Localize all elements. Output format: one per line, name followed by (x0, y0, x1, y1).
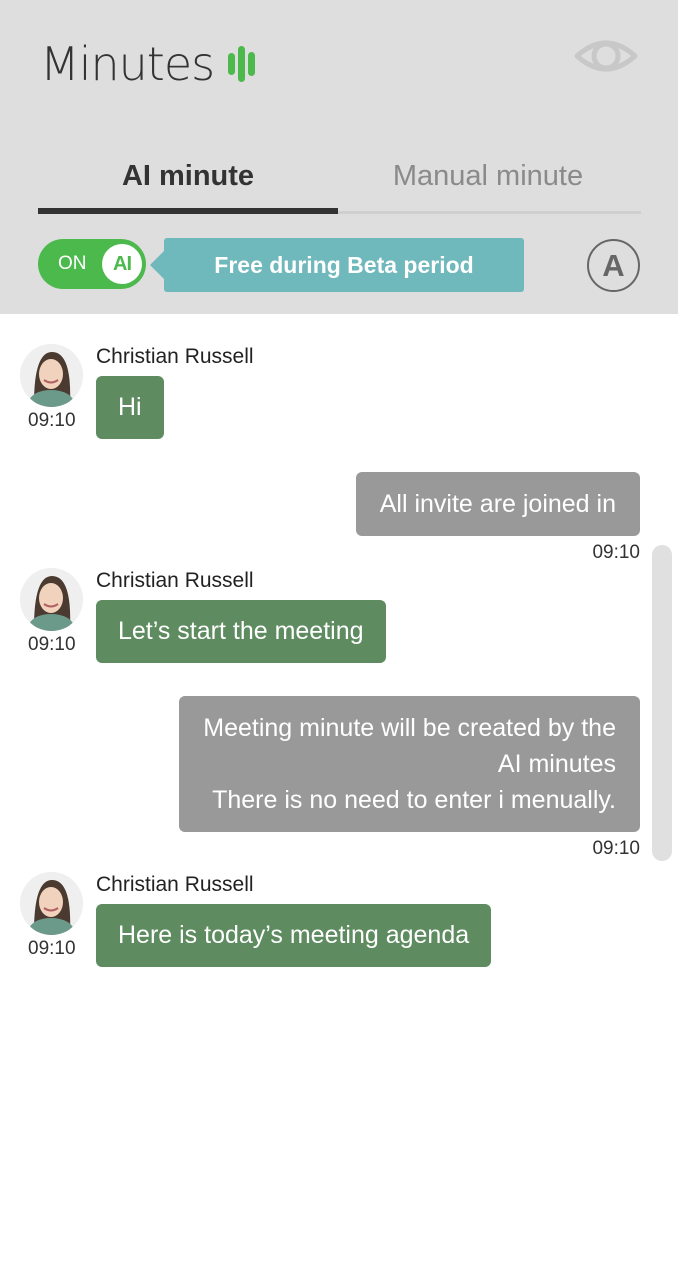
avatar-photo-icon (20, 872, 83, 935)
logo-bar (248, 52, 256, 76)
app-title: Minutes (40, 37, 215, 91)
visibility-button[interactable] (574, 36, 638, 76)
message-bubble[interactable]: All invite are joined in (355, 472, 640, 536)
eye-icon (574, 40, 638, 72)
sound-bars-icon (228, 44, 256, 84)
avatar[interactable] (20, 872, 83, 935)
message-bubble[interactable]: Let’s start the meeting (96, 600, 386, 663)
active-tab-indicator (38, 208, 338, 214)
sender-name: Christian Russell (96, 569, 254, 592)
message-outgoing: Meeting minute will be created by the AI… (179, 696, 640, 860)
message-time: 09:10 (592, 838, 640, 859)
sender-name: Christian Russell (96, 345, 254, 368)
sender-name: Christian Russell (96, 873, 254, 896)
avatar[interactable] (20, 344, 83, 407)
message-line: AI minutes (497, 750, 616, 778)
tab-ai-minute[interactable]: AI minute (38, 140, 338, 212)
chat-area: 09:10 Christian Russell Hi All invite ar… (0, 314, 678, 1288)
message-time: 09:10 (28, 938, 76, 959)
message-incoming: 09:10 Christian Russell Hi (0, 344, 640, 444)
avatar-photo-icon (20, 344, 83, 407)
message-line: There is no need to enter i menually. (212, 786, 616, 814)
avatar-photo-icon (20, 568, 83, 631)
tab-bar: AI minute Manual minute (38, 140, 641, 216)
message-bubble[interactable]: Here is today’s meeting agenda (96, 904, 492, 967)
message-bubble[interactable]: Meeting minute will be created by the AI… (179, 696, 640, 832)
logo-bar (228, 53, 236, 75)
message-outgoing: All invite are joined in 09:10 (355, 472, 640, 564)
header: Minutes AI minute Manual minute ON AI Fr… (0, 0, 678, 314)
tab-manual-minute[interactable]: Manual minute (338, 140, 638, 212)
scrollbar[interactable] (652, 545, 672, 861)
message-time: 09:10 (592, 542, 640, 563)
font-size-button[interactable]: A (587, 239, 640, 292)
toggle-state-label: ON (58, 253, 87, 274)
message-time: 09:10 (28, 410, 76, 431)
message-line: All invite are joined in (379, 490, 616, 518)
message-line: Meeting minute will be created by the (203, 714, 616, 742)
message-incoming: 09:10 Christian Russell Let’s start the … (0, 568, 640, 668)
beta-banner: Free during Beta period (150, 238, 524, 292)
message-bubble[interactable]: Hi (96, 376, 164, 439)
message-time: 09:10 (28, 634, 76, 655)
avatar[interactable] (20, 568, 83, 631)
logo-bar (238, 46, 246, 82)
message-incoming: 09:10 Christian Russell Here is today’s … (0, 872, 640, 972)
title-row: Minutes (40, 34, 256, 94)
toggle-knob: AI (102, 244, 142, 284)
ai-toggle[interactable]: ON AI (38, 239, 146, 289)
